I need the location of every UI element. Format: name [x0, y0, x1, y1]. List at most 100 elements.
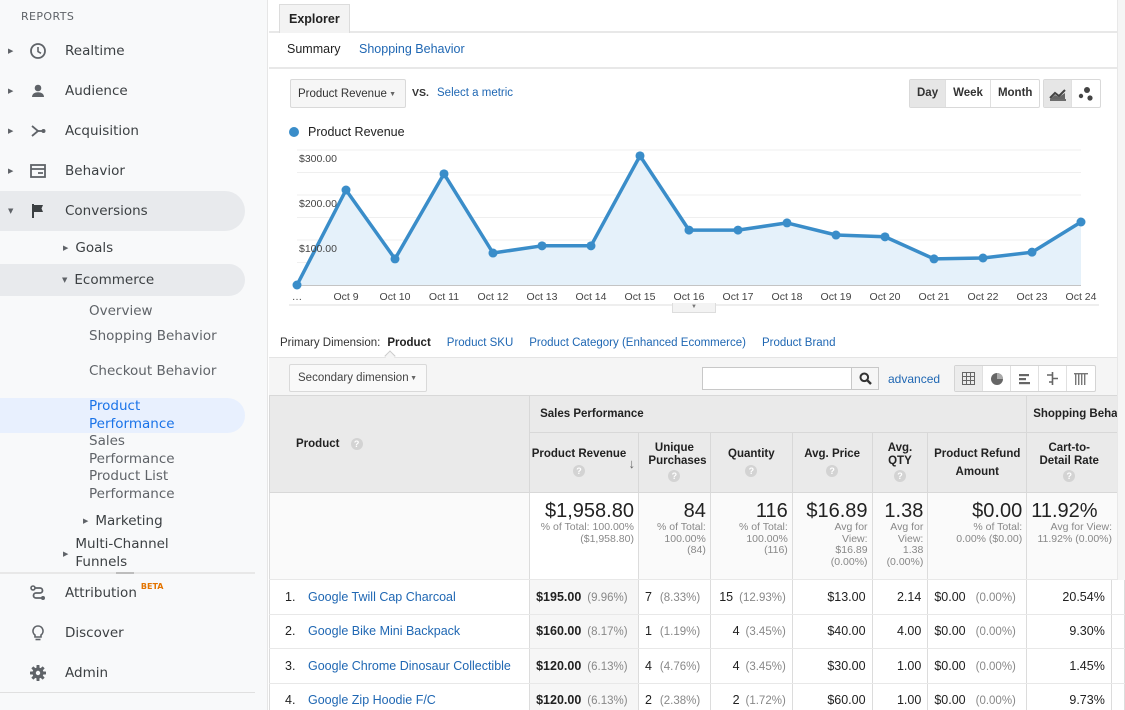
total-refund-amount: $0.00 % of Total: 0.00% ($0.00) — [927, 492, 1028, 580]
sidebar-item-goals[interactable]: ▶ Goals — [63, 238, 243, 258]
avg-price: $13.00 — [791, 579, 873, 615]
sidebar-item-discover[interactable]: Discover — [0, 613, 245, 653]
pivot-view-button[interactable] — [1067, 366, 1095, 391]
table-search-input[interactable] — [702, 367, 852, 390]
data-point — [929, 254, 939, 264]
data-table-view-button[interactable] — [955, 366, 983, 391]
sidebar-item-audience[interactable]: ▶ Audience — [0, 71, 245, 111]
help-icon[interactable]: ? — [350, 438, 363, 450]
data-point — [684, 225, 694, 235]
help-icon[interactable]: ? — [1063, 470, 1076, 482]
product-link[interactable]: Google Chrome Dinosaur Collectible — [308, 659, 511, 673]
secondary-dimension-label: Secondary dimension — [298, 372, 409, 384]
help-icon[interactable]: ? — [893, 470, 906, 482]
avg-price: $40.00 — [791, 614, 873, 649]
sidebar-item-behavior[interactable]: ▶ Behavior — [0, 151, 245, 191]
search-button[interactable] — [852, 367, 879, 390]
select-metric-link[interactable]: Select a metric — [437, 87, 513, 99]
tab-explorer[interactable]: Explorer — [279, 4, 350, 33]
help-icon[interactable]: ? — [573, 464, 586, 477]
grid-table-icon — [962, 372, 975, 385]
dimension-option-product-brand[interactable]: Product Brand — [762, 337, 836, 349]
quantity: 15 — [719, 589, 734, 604]
subtab-summary[interactable]: Summary — [287, 42, 340, 56]
dimension-option-product-sku[interactable]: Product SKU — [447, 337, 513, 349]
group-header-shopping-behavior: Shopping Behav — [1026, 395, 1125, 433]
column-header-avg-price[interactable]: Avg. Price ? — [791, 432, 873, 493]
secondary-dimension-select[interactable]: Secondary dimension ▼ — [289, 364, 427, 392]
pie-view-button[interactable] — [983, 366, 1011, 391]
sidebar-item-sales-performance[interactable]: Sales Performance — [89, 433, 189, 468]
product-link[interactable]: Google Zip Hoodie F/C — [308, 693, 436, 707]
bar-list-icon — [1018, 373, 1030, 384]
primary-dimension-label: Primary Dimension: — [280, 337, 381, 349]
x-tick-label: Oct 21 — [919, 291, 950, 303]
quantity-percent: (3.45%) — [745, 660, 786, 673]
advanced-filter-link[interactable]: advanced — [888, 372, 940, 386]
chart-type-toggle — [1043, 79, 1101, 108]
data-point — [390, 254, 400, 264]
subtab-shopping-behavior[interactable]: Shopping Behavior — [359, 42, 465, 56]
help-icon[interactable]: ? — [745, 464, 758, 477]
column-header-unique-purchases[interactable]: Unique Purchases ? — [637, 432, 711, 493]
help-icon[interactable]: ? — [826, 464, 839, 477]
sidebar-item-overview[interactable]: Overview — [89, 303, 239, 321]
sidebar-item-shopping-behavior[interactable]: Shopping Behavior — [89, 328, 239, 346]
column-header-product-refund-amount[interactable]: Product Refund Amount — [927, 432, 1028, 493]
behavior-icon — [28, 161, 48, 181]
sidebar-item-multi-channel-funnels[interactable]: ▶ Multi-Channel Funnels — [63, 536, 193, 571]
total-avg-qty: 1.38 Avg for View: 1.38 (0.00%) — [871, 492, 929, 580]
sidebar-item-ecommerce[interactable]: ▼ Ecommerce — [0, 264, 245, 296]
sidebar-item-acquisition[interactable]: ▶ Acquisition — [0, 111, 245, 151]
product-revenue: $160.00 — [536, 624, 582, 639]
period-month-button[interactable]: Month — [991, 80, 1039, 107]
column-header-cart-to-detail-rate[interactable]: Cart-to-Detail Rate ? — [1026, 432, 1125, 493]
dimension-option-product-category[interactable]: Product Category (Enhanced Ecommerce) — [529, 337, 746, 349]
refund-amount: $0.00 — [934, 693, 966, 708]
caret-down-icon: ▼ — [62, 276, 68, 284]
caret-right-icon: ▶ — [8, 167, 14, 175]
sidebar-item-product-performance[interactable]: Product Performance — [89, 398, 189, 433]
x-tick-label: Oct 17 — [723, 291, 754, 303]
period-day-button[interactable]: Day — [910, 80, 947, 107]
clock-icon — [28, 41, 48, 61]
product-link[interactable]: Google Twill Cap Charcoal — [308, 590, 456, 604]
unique-purchases: 4 — [644, 658, 652, 673]
report-tab-bar: Explorer — [269, 0, 1117, 33]
column-header-avg-qty[interactable]: Avg. QTY ? — [871, 432, 929, 493]
performance-view-button[interactable] — [1011, 366, 1039, 391]
sidebar-divider — [0, 692, 255, 693]
data-point — [488, 248, 498, 258]
sidebar-item-admin[interactable]: Admin — [0, 653, 245, 693]
revenue-percent: (6.13%) — [587, 695, 628, 708]
total-product-revenue: $1,958.80 % of Total: 100.00% ($1,958.80… — [529, 492, 639, 580]
lightbulb-icon — [28, 623, 48, 643]
refund-percent: (0.00%) — [975, 660, 1016, 673]
sidebar-item-marketing[interactable]: ▶ Marketing — [83, 511, 243, 531]
sidebar-item-attribution[interactable]: Attribution BETA — [0, 573, 245, 613]
flag-icon — [28, 201, 48, 221]
comparison-view-button[interactable] — [1039, 366, 1067, 391]
refund-amount: $0.00 — [934, 589, 966, 604]
product-link[interactable]: Google Bike Mini Backpack — [308, 624, 460, 638]
page-scrollbar[interactable] — [1117, 0, 1125, 580]
sidebar-item-conversions[interactable]: ▼ Conversions — [0, 191, 245, 231]
line-chart-button[interactable] — [1044, 80, 1072, 107]
sidebar-item-product-list-performance[interactable]: Product List Performance — [89, 468, 189, 503]
column-header-product[interactable]: Product ? — [268, 395, 531, 493]
unique-percent: (8.33%) — [659, 591, 701, 604]
column-header-product-revenue[interactable]: Product Revenue ? ↓ — [529, 432, 639, 493]
table-row: 2. Google Bike Mini Backpack $160.00 (8.17… — [268, 614, 1125, 649]
sidebar-item-checkout-behavior[interactable]: Checkout Behavior — [89, 363, 239, 381]
sidebar-item-realtime[interactable]: ▶ Realtime — [0, 31, 245, 71]
total-avg-price: $16.89 Avg for View: $16.89 (0.00%) — [791, 492, 873, 580]
chart-expand-handle[interactable]: ▼ — [672, 303, 716, 313]
metric-select[interactable]: Product Revenue ▼ — [290, 79, 406, 108]
period-week-button[interactable]: Week — [946, 80, 991, 107]
product-revenue: $195.00 — [536, 589, 582, 604]
help-icon[interactable]: ? — [668, 470, 681, 482]
motion-chart-button[interactable] — [1072, 80, 1100, 107]
period-toggle: Day Week Month — [909, 79, 1041, 108]
column-header-quantity[interactable]: Quantity ? — [709, 432, 793, 493]
table-row: 3. Google Chrome Dinosaur Collectible $12… — [268, 648, 1125, 684]
